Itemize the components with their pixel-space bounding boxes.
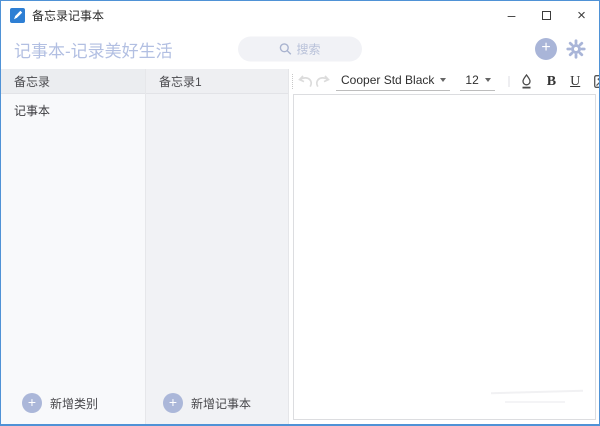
app-window: 备忘录记事本 – × 记事本-记录美好生活 搜索 + <box>0 0 600 426</box>
font-size-select[interactable]: 12 <box>460 72 494 91</box>
categories-header: 备忘录 <box>1 69 145 94</box>
font-size-value: 12 <box>465 73 478 87</box>
redo-button[interactable] <box>314 74 331 89</box>
font-family-select[interactable]: Cooper Std Black <box>336 72 450 91</box>
add-note-button[interactable]: + 新增记事本 <box>146 393 288 424</box>
plus-icon: + <box>163 393 183 413</box>
titlebar: 备忘录记事本 – × <box>1 1 599 29</box>
font-family-value: Cooper Std Black <box>341 73 434 87</box>
categories-column: 备忘录 记事本 + 新增类别 <box>1 69 146 424</box>
add-note-label: 新增记事本 <box>191 395 251 412</box>
settings-gear-icon[interactable] <box>566 39 586 59</box>
editor-pane: Cooper Std Black 12 B U <box>289 69 599 424</box>
notes-header: 备忘录1 <box>146 69 288 94</box>
minimize-button[interactable]: – <box>494 1 529 29</box>
maximize-icon <box>542 11 551 20</box>
add-category-label: 新增类别 <box>50 395 98 412</box>
undo-button[interactable] <box>297 74 314 89</box>
chevron-down-icon <box>485 78 491 82</box>
window-title: 备忘录记事本 <box>32 7 104 24</box>
close-button[interactable]: × <box>564 1 599 29</box>
pencil-icon <box>13 10 23 20</box>
editor-toolbar: Cooper Std Black 12 B U <box>289 69 599 94</box>
faint-watermark <box>491 391 583 403</box>
insert-image-button[interactable] <box>594 75 600 88</box>
note-editor-area[interactable] <box>293 94 596 420</box>
main-area: 备忘录 记事本 + 新增类别 备忘录1 + 新增记事本 <box>1 69 599 424</box>
maximize-button[interactable] <box>529 1 564 29</box>
app-slogan: 记事本-记录美好生活 <box>14 37 173 62</box>
category-list-item[interactable]: 记事本 <box>1 94 145 127</box>
chevron-down-icon <box>440 78 446 82</box>
search-input[interactable]: 搜索 <box>238 37 362 62</box>
search-icon <box>279 43 292 56</box>
add-button[interactable]: + <box>535 38 557 60</box>
image-icon <box>594 75 600 88</box>
redo-icon <box>314 74 331 89</box>
header-actions: + <box>535 38 586 60</box>
app-header: 记事本-记录美好生活 搜索 + <box>1 29 599 69</box>
font-color-button[interactable] <box>520 74 533 89</box>
bold-button[interactable]: B <box>547 74 556 90</box>
underline-button[interactable]: U <box>570 74 580 90</box>
add-category-button[interactable]: + 新增类别 <box>1 393 145 424</box>
app-logo-icon <box>10 8 25 23</box>
undo-icon <box>297 74 314 89</box>
ink-drop-icon <box>520 74 533 89</box>
notes-column: 备忘录1 + 新增记事本 <box>146 69 289 424</box>
search-placeholder: 搜索 <box>296 41 320 58</box>
toolbar-handle <box>292 74 293 89</box>
window-controls: – × <box>494 1 599 29</box>
color-swatch[interactable] <box>508 76 510 87</box>
plus-icon: + <box>22 393 42 413</box>
